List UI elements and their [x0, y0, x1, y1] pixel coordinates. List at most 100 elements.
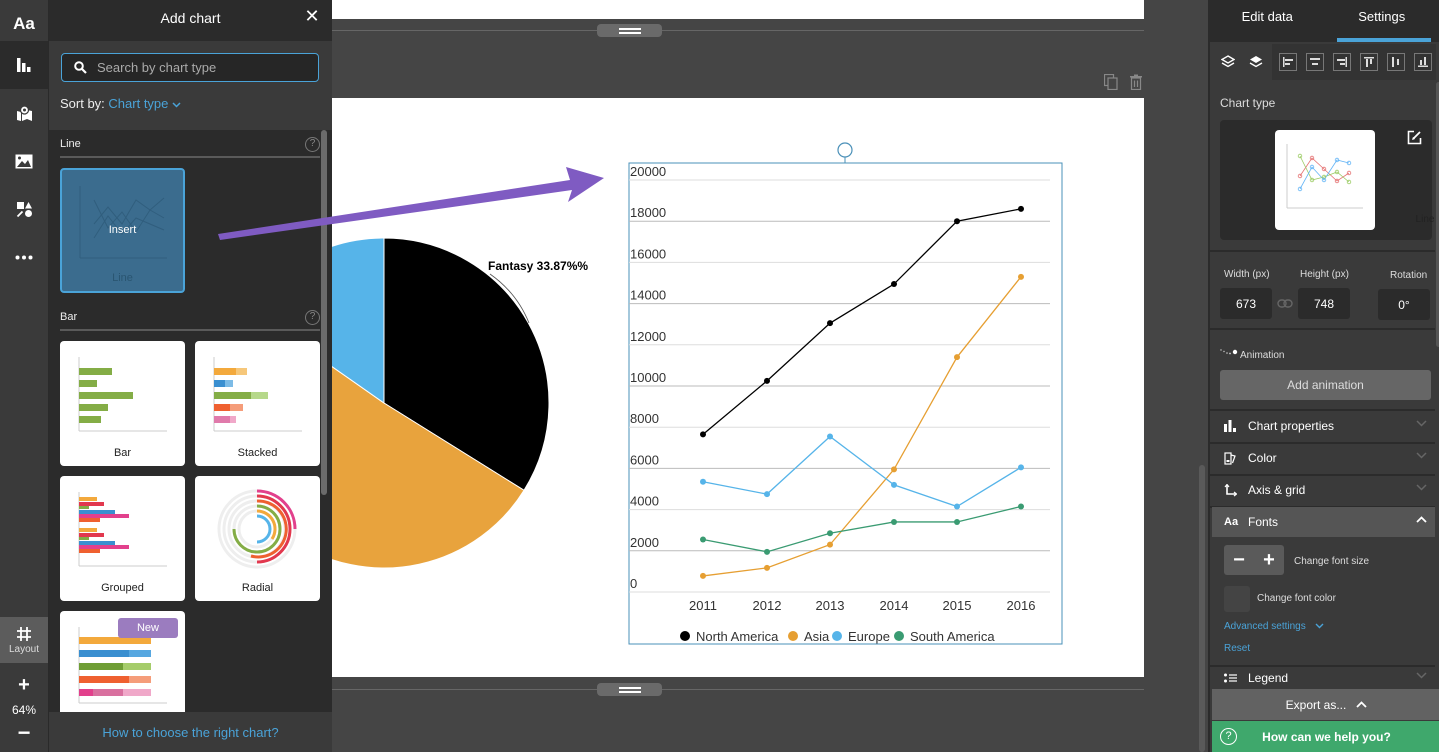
layout-button[interactable]: Layout: [0, 617, 48, 663]
data-point[interactable]: [827, 530, 833, 537]
rail-maps[interactable]: [0, 89, 48, 137]
chevron-down-icon: [1416, 484, 1427, 491]
edit-icon[interactable]: [1407, 130, 1422, 145]
increase-font-button[interactable]: +: [1254, 545, 1284, 575]
data-point[interactable]: [954, 354, 960, 361]
tab-settings[interactable]: Settings: [1325, 0, 1439, 42]
data-point[interactable]: [954, 518, 960, 525]
data-point[interactable]: [1018, 464, 1024, 471]
data-point[interactable]: [700, 478, 706, 485]
rail-shapes[interactable]: [0, 185, 48, 233]
align-top-button[interactable]: [1355, 48, 1382, 76]
data-point[interactable]: [827, 541, 833, 548]
chart-card-stacked[interactable]: Stacked: [195, 341, 320, 466]
rail-images[interactable]: [0, 137, 48, 185]
zoom-in-button[interactable]: +: [0, 674, 48, 697]
close-icon[interactable]: ✕: [302, 7, 322, 27]
legend-label[interactable]: South America: [910, 629, 995, 644]
rail-more[interactable]: [0, 233, 48, 281]
series-line[interactable]: [702, 435, 1022, 508]
decrease-font-button[interactable]: −: [1224, 545, 1254, 575]
data-point[interactable]: [1018, 273, 1024, 280]
chart-card-radial[interactable]: Radial: [195, 476, 320, 601]
data-point[interactable]: [700, 536, 706, 543]
font-color-swatch[interactable]: [1224, 586, 1250, 612]
legend-label[interactable]: Asia: [804, 629, 830, 644]
link-icon[interactable]: [1277, 299, 1293, 308]
data-point[interactable]: [700, 431, 706, 438]
help-chat-button[interactable]: ? How can we help you?: [1212, 721, 1439, 752]
rotate-handle[interactable]: [837, 142, 853, 158]
accordion-axis-grid[interactable]: Axis & grid: [1212, 475, 1435, 505]
data-point[interactable]: [700, 572, 706, 579]
data-point[interactable]: [954, 218, 960, 225]
legend-label[interactable]: North America: [696, 629, 779, 644]
sort-dropdown[interactable]: Chart type: [108, 96, 181, 111]
width-input[interactable]: 673: [1220, 288, 1272, 319]
change-font-color-label: Change font color: [1257, 593, 1336, 604]
rotation-label: Rotation: [1390, 270, 1428, 281]
data-point[interactable]: [764, 377, 770, 384]
duplicate-page-icon[interactable]: [1104, 74, 1118, 90]
accordion-color[interactable]: Color: [1212, 443, 1435, 473]
card-label: Grouped: [101, 582, 144, 594]
pie-chart[interactable]: [332, 237, 550, 569]
align-center-button[interactable]: [1301, 48, 1328, 76]
align-middle-button[interactable]: [1382, 48, 1409, 76]
bring-forward-button[interactable]: [1214, 48, 1242, 76]
add-animation-button[interactable]: Add animation: [1220, 370, 1431, 400]
legend-label[interactable]: Europe: [848, 629, 890, 644]
line-chart[interactable]: 0 2000 4000 6000 8000 10000 12000 14000 16000 180…: [628, 142, 1063, 645]
rail-charts[interactable]: [0, 41, 48, 89]
data-point[interactable]: [1018, 503, 1024, 510]
send-backward-button[interactable]: [1242, 48, 1270, 76]
delete-page-icon[interactable]: [1129, 74, 1143, 90]
panel-search-area: Sort by: Chart type: [49, 41, 332, 130]
zoom-out-button[interactable]: −: [0, 720, 48, 746]
data-point[interactable]: [764, 564, 770, 571]
data-point[interactable]: [891, 466, 897, 473]
advanced-settings-link[interactable]: Advanced settings: [1224, 621, 1324, 632]
accordion-legend[interactable]: Legend: [1212, 667, 1435, 689]
data-point[interactable]: [891, 281, 897, 288]
rotation-input[interactable]: 0°: [1378, 289, 1430, 320]
export-button[interactable]: Export as...: [1212, 689, 1439, 720]
chart-selection-box[interactable]: [628, 162, 1063, 645]
page-resize-handle-top[interactable]: [597, 24, 662, 37]
data-point[interactable]: [827, 433, 833, 440]
canvas-scrollbar[interactable]: [1199, 465, 1205, 752]
series-line[interactable]: [702, 208, 1022, 435]
tab-edit-data[interactable]: Edit data: [1210, 0, 1325, 42]
current-chart-type[interactable]: Line: [1275, 130, 1434, 230]
animation-label: Animation: [1240, 350, 1285, 361]
align-right-button[interactable]: [1328, 48, 1355, 76]
accordion-fonts[interactable]: Aa Fonts: [1212, 507, 1435, 537]
panel-scrollbar[interactable]: [321, 130, 327, 495]
data-point[interactable]: [891, 518, 897, 525]
data-point[interactable]: [764, 491, 770, 498]
data-point[interactable]: [764, 548, 770, 555]
data-point[interactable]: [1018, 205, 1024, 212]
series-line[interactable]: [702, 276, 1022, 577]
more-icon: [15, 255, 33, 259]
search-input[interactable]: [97, 60, 297, 75]
legend-marker: [788, 631, 798, 641]
align-left-button[interactable]: [1274, 48, 1301, 76]
page-resize-handle-bottom[interactable]: [597, 683, 662, 696]
help-icon[interactable]: ?: [305, 309, 320, 325]
search-box[interactable]: [61, 53, 319, 82]
height-input[interactable]: 748: [1298, 288, 1350, 319]
accordion-chart-properties[interactable]: Chart properties: [1212, 411, 1435, 441]
data-point[interactable]: [827, 320, 833, 327]
data-point[interactable]: [954, 503, 960, 510]
reset-link[interactable]: Reset: [1224, 643, 1250, 654]
chart-card-line[interactable]: Insert Line: [60, 168, 185, 293]
how-to-choose-link[interactable]: How to choose the right chart?: [49, 712, 332, 752]
align-bottom-button[interactable]: [1409, 48, 1436, 76]
chart-card-new[interactable]: New: [60, 611, 185, 712]
data-point[interactable]: [891, 481, 897, 488]
chart-card-grouped[interactable]: Grouped: [60, 476, 185, 601]
help-icon[interactable]: ?: [305, 136, 320, 152]
series-line[interactable]: [702, 505, 1022, 553]
chart-card-bar[interactable]: Bar: [60, 341, 185, 466]
